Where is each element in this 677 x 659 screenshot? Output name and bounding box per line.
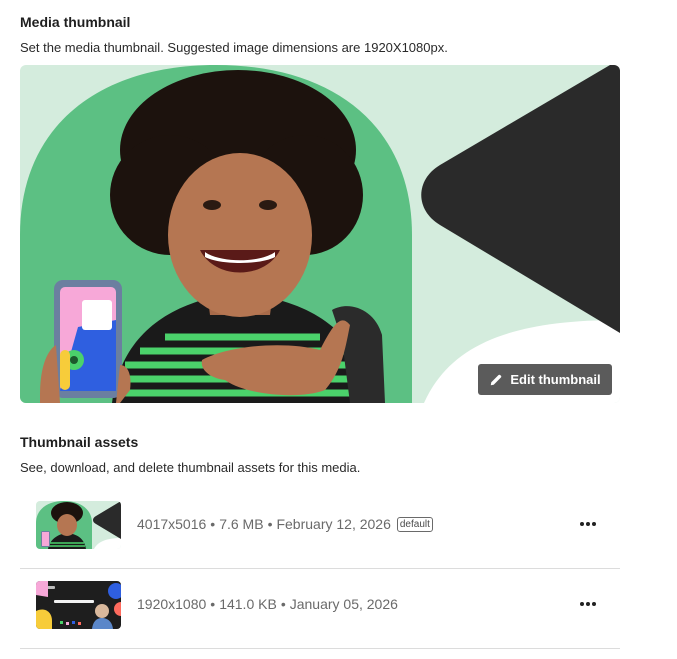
edit-thumbnail-label: Edit thumbnail — [510, 372, 601, 387]
separator-dot: • — [267, 516, 273, 532]
pencil-icon — [489, 373, 503, 387]
thumbnail-assets-description: See, download, and delete thumbnail asse… — [20, 460, 361, 475]
asset-metadata: 1920x1080 • 141.0 KB • January 05, 2026 — [137, 596, 398, 612]
asset-file-size: 7.6 MB — [219, 516, 264, 532]
asset-dimensions: 1920x1080 — [137, 596, 207, 612]
asset-metadata: 4017x5016 • 7.6 MB • February 12, 2026 d… — [137, 516, 433, 532]
default-badge: default — [396, 516, 433, 532]
asset-dimensions: 4017x5016 — [137, 516, 207, 532]
more-horizontal-icon — [580, 522, 596, 526]
asset-more-options-button[interactable] — [576, 592, 600, 616]
media-thumbnail-heading: Media thumbnail — [20, 14, 131, 30]
asset-thumbnail-image — [36, 581, 121, 629]
asset-thumbnail-image — [36, 501, 121, 549]
media-thumbnail-preview: Edit thumbnail — [20, 65, 620, 403]
more-horizontal-icon — [580, 602, 596, 606]
media-thumbnail-description: Set the media thumbnail. Suggested image… — [20, 40, 448, 55]
asset-date: February 12, 2026 — [276, 516, 391, 532]
asset-file-size: 141.0 KB — [219, 596, 277, 612]
edit-thumbnail-button[interactable]: Edit thumbnail — [478, 364, 612, 395]
separator-dot: • — [210, 596, 216, 612]
thumbnail-asset-row: 1920x1080 • 141.0 KB • January 05, 2026 — [20, 568, 620, 649]
thumbnail-assets-heading: Thumbnail assets — [20, 434, 139, 450]
asset-date: January 05, 2026 — [289, 596, 398, 612]
thumbnail-asset-row: 4017x5016 • 7.6 MB • February 12, 2026 d… — [20, 488, 620, 569]
thumbnail-artwork — [20, 65, 620, 403]
separator-dot: • — [280, 596, 286, 612]
asset-more-options-button[interactable] — [576, 512, 600, 536]
separator-dot: • — [210, 516, 216, 532]
